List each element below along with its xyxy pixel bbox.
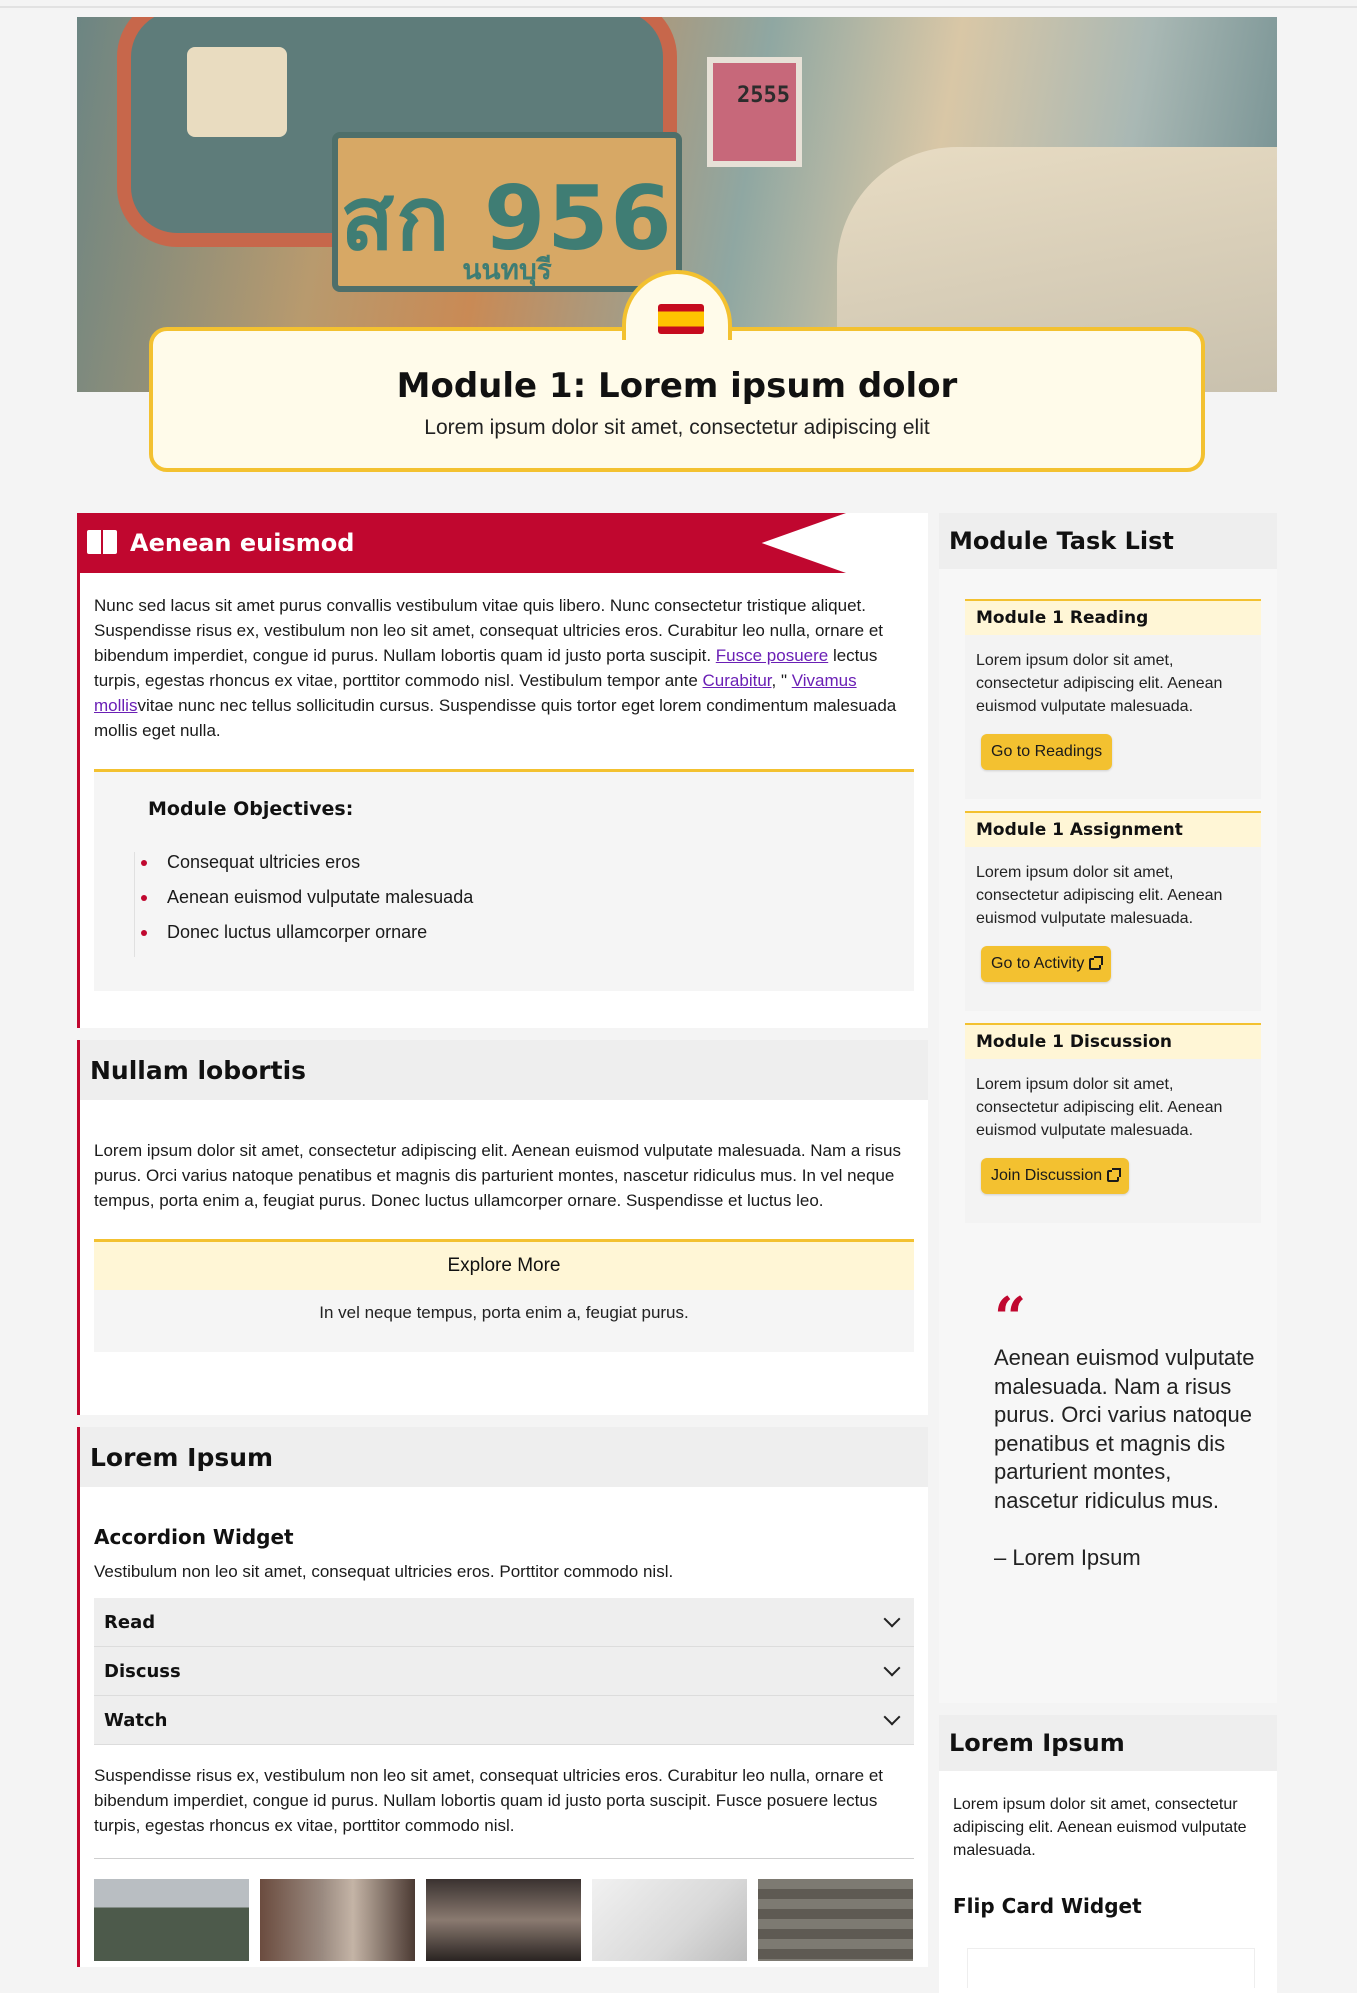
objective-item: Aenean euismod vulputate malesuada xyxy=(135,887,914,922)
chevron-down-icon xyxy=(883,1610,901,1628)
explore-more-body: In vel neque tempus, porta enim a, feugi… xyxy=(319,1303,689,1322)
hero-sticker xyxy=(187,47,287,137)
top-divider xyxy=(0,6,1357,8)
accordion-item-read[interactable]: Read xyxy=(94,1598,914,1647)
go-to-activity-button[interactable]: Go to Activity xyxy=(981,946,1112,982)
task-title: Module 1 Discussion xyxy=(965,1023,1261,1059)
gallery-image[interactable] xyxy=(426,1879,581,1961)
page-subtitle: Lorem ipsum dolor sit amet, consectetur … xyxy=(424,416,930,439)
task-title: Module 1 Reading xyxy=(965,599,1261,635)
external-link-icon xyxy=(1107,1168,1122,1182)
image-gallery xyxy=(94,1858,914,1961)
accordion-item-watch[interactable]: Watch xyxy=(94,1696,914,1745)
module-task-list: Module Task List Module 1 Reading Lorem … xyxy=(939,513,1277,1703)
chevron-down-icon xyxy=(883,1659,901,1677)
section-banner: Aenean euismod xyxy=(80,513,846,573)
join-discussion-button[interactable]: Join Discussion xyxy=(981,1158,1130,1194)
section-heading: Aenean euismod xyxy=(130,529,355,557)
section-paragraph: Lorem ipsum dolor sit amet, consectetur … xyxy=(94,1141,901,1210)
module-objectives-box: Module Objectives: Consequat ultricies e… xyxy=(94,769,914,991)
task-list-title: Module Task List xyxy=(949,527,1174,555)
link-curabitur[interactable]: Curabitur xyxy=(703,671,772,690)
quote-mark-icon: “ xyxy=(994,1285,1027,1351)
section-paragraph: Suspendisse risus ex, vestibulum non leo… xyxy=(94,1766,884,1835)
spain-flag-icon xyxy=(658,304,704,334)
gallery-image[interactable] xyxy=(260,1879,415,1961)
sidebar-paragraph: Lorem ipsum dolor sit amet, consectetur … xyxy=(953,1796,1247,1859)
accordion-item-discuss[interactable]: Discuss xyxy=(94,1647,914,1696)
section-header: Lorem Ipsum xyxy=(80,1427,928,1487)
accordion: Read Discuss Watch xyxy=(94,1598,914,1745)
plate-province: นนทบุรี xyxy=(462,253,552,286)
flip-card[interactable] xyxy=(967,1948,1255,1988)
open-book-icon xyxy=(86,530,118,556)
go-to-readings-button[interactable]: Go to Readings xyxy=(981,734,1113,770)
section-heading: Nullam lobortis xyxy=(90,1055,307,1085)
explore-more-box: Explore More In vel neque tempus, porta … xyxy=(94,1239,914,1352)
task-body: Lorem ipsum dolor sit amet, consectetur … xyxy=(976,652,1223,715)
task-title: Module 1 Assignment xyxy=(965,811,1261,847)
task-card-reading: Module 1 Reading Lorem ipsum dolor sit a… xyxy=(965,599,1261,799)
main-content: Aenean euismod Nunc sed lacus sit amet p… xyxy=(77,513,928,1993)
accordion-intro: Vestibulum non leo sit amet, consequat u… xyxy=(94,1562,674,1581)
section-lorem-ipsum: Lorem Ipsum Accordion Widget Vestibulum … xyxy=(77,1427,928,1967)
task-card-discussion: Module 1 Discussion Lorem ipsum dolor si… xyxy=(965,1023,1261,1223)
gallery-image[interactable] xyxy=(592,1879,747,1961)
button-label: Go to Readings xyxy=(991,743,1103,760)
page-title: Module 1: Lorem ipsum dolor xyxy=(396,366,958,406)
external-link-icon xyxy=(1089,956,1104,970)
section-paragraph: Nunc sed lacus sit amet purus convallis … xyxy=(80,593,928,743)
flip-card-widget-title: Flip Card Widget xyxy=(953,1894,1142,1918)
section-header: Nullam lobortis xyxy=(80,1040,928,1100)
objectives-title: Module Objectives: xyxy=(148,798,354,820)
sidebar-header: Module Task List xyxy=(939,513,1277,569)
gallery-image[interactable] xyxy=(758,1879,913,1961)
section-aenean-euismod: Aenean euismod Nunc sed lacus sit amet p… xyxy=(77,513,928,1028)
hero-sticker-number: 2555 xyxy=(737,83,790,108)
accordion-label: Watch xyxy=(104,1709,168,1731)
sidebar-lorem-ipsum: Lorem Ipsum Lorem ipsum dolor sit amet, … xyxy=(939,1715,1277,1993)
accordion-label: Read xyxy=(104,1611,156,1633)
task-body: Lorem ipsum dolor sit amet, consectetur … xyxy=(976,864,1223,927)
hero-sticker-2: 2555 xyxy=(707,57,802,167)
paragraph-text: vitae nunc nec tellus sollicitudin cursu… xyxy=(94,696,897,740)
module-title-card: Module 1: Lorem ipsum dolor Lorem ipsum … xyxy=(149,327,1205,472)
gallery-image[interactable] xyxy=(94,1879,249,1961)
paragraph-text: , " xyxy=(771,671,792,690)
quote-text: Aenean euismod vulputate malesuada. Nam … xyxy=(994,1345,1255,1513)
quote-citation: – Lorem Ipsum xyxy=(994,1545,1141,1570)
hero-license-plate: สก 956 นนทบุรี xyxy=(332,132,682,292)
button-label: Go to Activity xyxy=(991,955,1085,972)
objective-item: Donec luctus ullamcorper ornare xyxy=(135,922,914,957)
section-heading: Lorem Ipsum xyxy=(90,1442,274,1472)
sidebar-section-title: Lorem Ipsum xyxy=(949,1729,1125,1757)
sidebar: Module Task List Module 1 Reading Lorem … xyxy=(939,513,1277,1993)
sidebar-header: Lorem Ipsum xyxy=(939,1715,1277,1771)
accordion-label: Discuss xyxy=(104,1660,181,1682)
objectives-list: Consequat ultricies eros Aenean euismod … xyxy=(134,852,914,957)
task-body: Lorem ipsum dolor sit amet, consectetur … xyxy=(976,1076,1223,1139)
link-fusce-posuere[interactable]: Fusce posuere xyxy=(716,646,828,665)
task-card-assignment: Module 1 Assignment Lorem ipsum dolor si… xyxy=(965,811,1261,1011)
explore-more-title: Explore More xyxy=(94,1242,914,1290)
objective-item: Consequat ultricies eros xyxy=(135,852,914,887)
pull-quote: “ Aenean euismod vulputate malesuada. Na… xyxy=(994,1285,1257,1571)
chevron-down-icon xyxy=(883,1708,901,1726)
section-nullam-lobortis: Nullam lobortis Lorem ipsum dolor sit am… xyxy=(77,1040,928,1415)
button-label: Join Discussion xyxy=(991,1167,1103,1184)
accordion-widget-title: Accordion Widget xyxy=(94,1525,294,1549)
